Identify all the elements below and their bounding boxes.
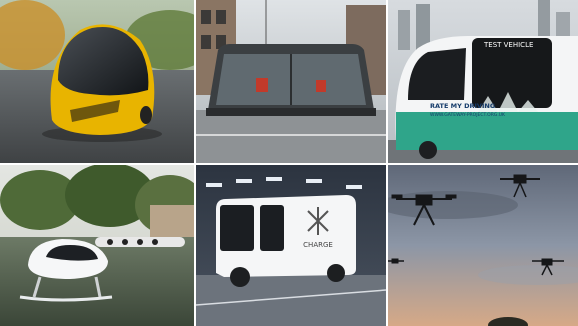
site-text: WWW.GATEWAY-PROJECT.ORG.UK — [430, 112, 506, 118]
yellow-pod-image — [0, 0, 194, 163]
test-vehicle-image: TEST VEHICLE RATE MY DRIVING WWW.GATEWAY… — [388, 0, 578, 163]
glass-shuttle-image — [196, 0, 386, 163]
charge-van-image: CHARGE — [196, 165, 386, 326]
tile-water-taxi — [0, 165, 194, 326]
slogan-text: RATE MY DRIVING — [430, 102, 495, 110]
tile-test-vehicle: TEST VEHICLE RATE MY DRIVING WWW.GATEWAY… — [388, 0, 578, 163]
brand-text: CHARGE — [303, 241, 333, 249]
tile-glass-shuttle — [196, 0, 386, 163]
tile-yellow-pod — [0, 0, 194, 163]
photo-collage: TEST VEHICLE RATE MY DRIVING WWW.GATEWAY… — [0, 0, 578, 326]
tile-charge-van: CHARGE — [196, 165, 386, 326]
water-taxi-image — [0, 165, 194, 326]
drones-image — [388, 165, 578, 326]
banner-text: TEST VEHICLE — [483, 41, 533, 49]
tile-drones — [388, 165, 578, 326]
